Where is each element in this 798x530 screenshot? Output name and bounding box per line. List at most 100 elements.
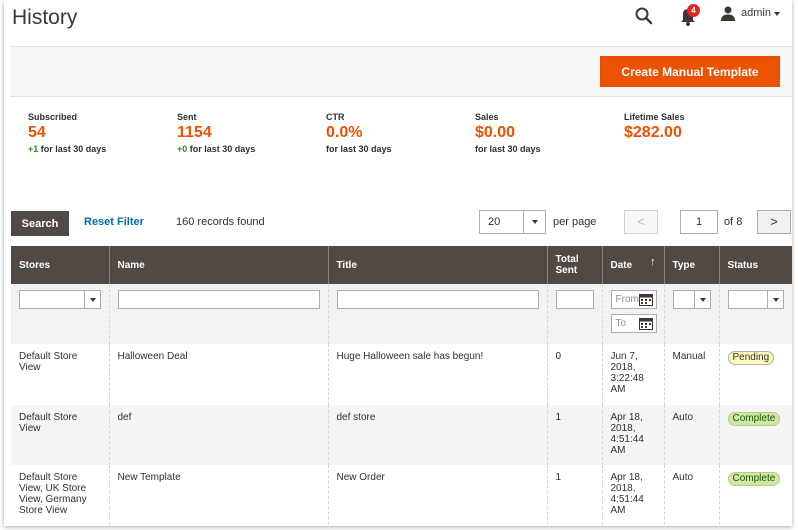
chevron-down-icon <box>693 291 710 308</box>
stat-lifetime-sales: Lifetime Sales $282.00 <box>624 112 685 142</box>
page-number-input[interactable]: 1 <box>680 210 718 234</box>
create-manual-template-button[interactable]: Create Manual Template <box>600 56 780 87</box>
date-from-input[interactable]: From <box>610 290 657 309</box>
filter-cell: From To <box>602 284 665 344</box>
column-header-stores[interactable]: Stores <box>11 246 110 284</box>
grid-toolbar: Search Reset Filter 160 records found 20… <box>4 208 792 236</box>
per-page-label: per page <box>553 216 597 228</box>
status-badge: Complete <box>727 412 781 426</box>
stat-sub-text: for last 30 days <box>475 144 541 154</box>
date-from-placeholder: From <box>615 294 639 305</box>
filter-cell <box>664 284 720 344</box>
stats-dashboard: Subscribed 54 +1 for last 30 days Sent 1… <box>4 112 792 172</box>
stat-sub: +1 for last 30 days <box>28 144 106 154</box>
cell-date: Apr 18, 2018, 4:51:44 AM <box>602 465 665 526</box>
prev-page-button[interactable]: < <box>624 210 658 234</box>
total-pages-label: of 8 <box>724 216 743 228</box>
cell-date: Apr 18, 2018, 4:51:44 AM <box>602 405 665 465</box>
filter-cell <box>719 284 792 344</box>
stat-label: Sales <box>475 112 499 122</box>
stat-label: Subscribed <box>28 112 78 122</box>
per-page-value: 20 <box>488 216 501 228</box>
notification-badge: 4 <box>687 4 700 17</box>
column-header-total-sent[interactable]: Total Sent <box>547 246 603 284</box>
search-icon[interactable] <box>634 6 654 26</box>
user-icon[interactable] <box>720 5 736 21</box>
cell-type: Auto <box>664 405 720 465</box>
cell-name: def <box>109 405 329 465</box>
cell-type: Manual <box>664 344 720 405</box>
table-row[interactable]: Default Store View def def store 1 Apr 1… <box>11 405 792 465</box>
cell-title: New Order <box>328 465 548 526</box>
stat-sub-text: for last 30 days <box>187 144 256 154</box>
table-row[interactable]: Default Store View Halloween Deal Huge H… <box>11 344 792 405</box>
cell-date: Jun 7, 2018, 3:22:48 AM <box>602 344 665 405</box>
type-filter-select[interactable] <box>672 290 711 309</box>
chevron-down-icon <box>767 291 783 308</box>
history-grid: Stores Name Title Total Sent Date ↑ Type … <box>11 246 792 526</box>
name-filter-input[interactable] <box>117 290 320 309</box>
cell-stores: Default Store View, UK Store View, Germa… <box>11 465 110 526</box>
cell-total-sent: 0 <box>547 344 603 405</box>
stat-sub: +0 for last 30 days <box>177 144 255 154</box>
reset-filter-link[interactable]: Reset Filter <box>84 216 144 228</box>
user-menu-name[interactable]: admin <box>741 7 771 19</box>
stat-label: Sent <box>177 112 197 122</box>
stat-sent: Sent 1154 +0 for last 30 days <box>177 112 255 154</box>
search-button[interactable]: Search <box>11 211 69 236</box>
cell-type: Auto <box>664 465 720 526</box>
next-page-button[interactable]: > <box>757 210 791 234</box>
stat-delta: +0 <box>177 144 188 154</box>
column-header-type[interactable]: Type <box>664 246 720 284</box>
stat-ctr: CTR 0.0% for last 30 days <box>326 112 392 154</box>
per-page-select[interactable]: 20 <box>479 210 546 234</box>
chevron-down-icon[interactable] <box>774 12 780 16</box>
cell-title: Huge Halloween sale has begun! <box>328 344 548 405</box>
cell-status: Pending <box>719 344 792 405</box>
cell-title: def store <box>328 405 548 465</box>
cell-name: Halloween Deal <box>109 344 329 405</box>
stat-value: 54 <box>28 124 46 141</box>
calendar-icon[interactable] <box>638 317 653 330</box>
status-filter-select[interactable] <box>727 290 784 309</box>
grid-header-row: Stores Name Title Total Sent Date ↑ Type … <box>11 246 792 284</box>
total-sent-filter-input[interactable] <box>555 290 594 309</box>
sort-arrow-icon: ↑ <box>650 256 656 268</box>
stat-sub-text: for last 30 days <box>38 144 107 154</box>
column-header-date[interactable]: Date ↑ <box>602 246 665 284</box>
chevron-down-icon[interactable] <box>523 211 545 233</box>
stat-sub-text: for last 30 days <box>326 144 392 154</box>
cell-stores: Default Store View <box>11 405 110 465</box>
stat-sub: for last 30 days <box>326 144 392 154</box>
page-actions-bar: Create Manual Template <box>10 46 792 97</box>
column-header-name[interactable]: Name <box>109 246 329 284</box>
filter-row: From To <box>11 284 792 344</box>
filter-cell <box>109 284 329 344</box>
stat-sub: for last 30 days <box>475 144 541 154</box>
title-filter-input[interactable] <box>336 290 539 309</box>
stat-label: CTR <box>326 112 345 122</box>
cell-status: Complete <box>719 465 792 526</box>
date-to-input[interactable]: To <box>610 314 657 333</box>
page-header: History 4 admin <box>4 0 792 46</box>
calendar-icon[interactable] <box>638 293 653 306</box>
column-header-title[interactable]: Title <box>328 246 548 284</box>
page-title: History <box>12 6 78 29</box>
column-header-status[interactable]: Status <box>719 246 792 284</box>
stat-value: $282.00 <box>624 124 682 141</box>
column-header-date-label: Date <box>610 259 633 271</box>
stat-subscribed: Subscribed 54 +1 for last 30 days <box>28 112 106 154</box>
stat-label: Lifetime Sales <box>624 112 685 122</box>
stat-value: 0.0% <box>326 124 363 141</box>
cell-total-sent: 1 <box>547 405 603 465</box>
table-row[interactable]: Default Store View, UK Store View, Germa… <box>11 465 792 526</box>
cell-name: New Template <box>109 465 329 526</box>
chevron-down-icon <box>83 291 100 308</box>
filter-cell <box>11 284 110 344</box>
date-to-placeholder: To <box>615 318 627 329</box>
cell-total-sent: 1 <box>547 465 603 526</box>
stores-filter-select[interactable] <box>19 290 101 309</box>
admin-page: History 4 admin Create Manual Template S… <box>4 0 792 526</box>
status-badge: Complete <box>727 472 781 486</box>
stat-delta: +1 <box>28 144 39 154</box>
